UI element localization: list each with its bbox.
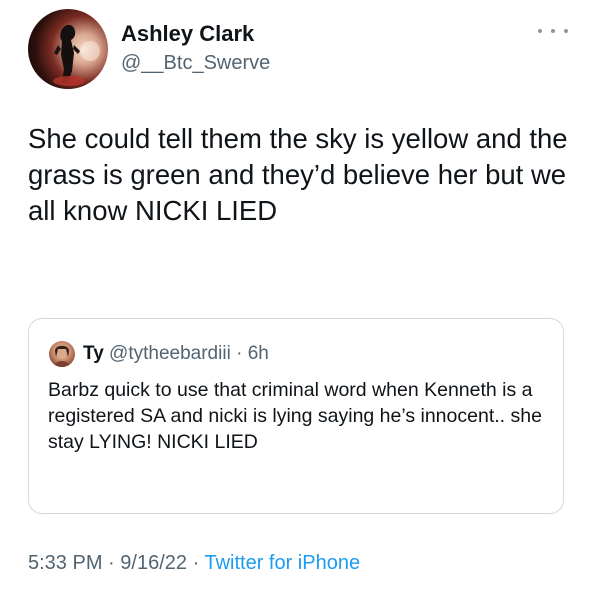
quoted-meta: Ty @tytheebardiii · 6h	[83, 343, 269, 365]
author-name[interactable]: Ashley Clark	[121, 21, 254, 47]
quoted-text: Barbz quick to use that criminal word wh…	[48, 379, 542, 453]
quoted-author-avatar[interactable]	[49, 341, 75, 367]
tweet-source-link[interactable]: Twitter for iPhone	[204, 552, 360, 574]
quoted-separator: ·	[236, 343, 243, 364]
avatar-image	[53, 24, 100, 86]
footer-separator: ·	[108, 552, 115, 574]
quoted-author-name[interactable]: Ty	[83, 343, 104, 364]
quoted-avatar-image	[54, 345, 70, 367]
tweet-header: Ashley Clark @__Btc_Swerve	[28, 9, 568, 89]
more-horizontal-icon[interactable]	[538, 23, 568, 39]
quoted-author-handle[interactable]: @tytheebardiii	[109, 343, 231, 364]
author-handle[interactable]: @__Btc_Swerve	[121, 52, 270, 75]
quoted-tweet[interactable]: Ty @tytheebardiii · 6h Barbz quick to us…	[28, 318, 564, 514]
more-dot	[551, 29, 555, 33]
author-avatar[interactable]	[28, 9, 108, 89]
tweet-text: She could tell them the sky is yellow an…	[28, 123, 568, 226]
more-dot	[538, 29, 542, 33]
tweet-time[interactable]: 5:33 PM	[28, 552, 102, 574]
tweet-date[interactable]: 9/16/22	[120, 552, 187, 574]
footer-separator: ·	[192, 552, 200, 574]
quoted-time[interactable]: 6h	[248, 343, 269, 364]
tweet-footer: 5:33 PM · 9/16/22 · Twitter for iPhone	[28, 552, 360, 575]
more-dot	[564, 29, 568, 33]
